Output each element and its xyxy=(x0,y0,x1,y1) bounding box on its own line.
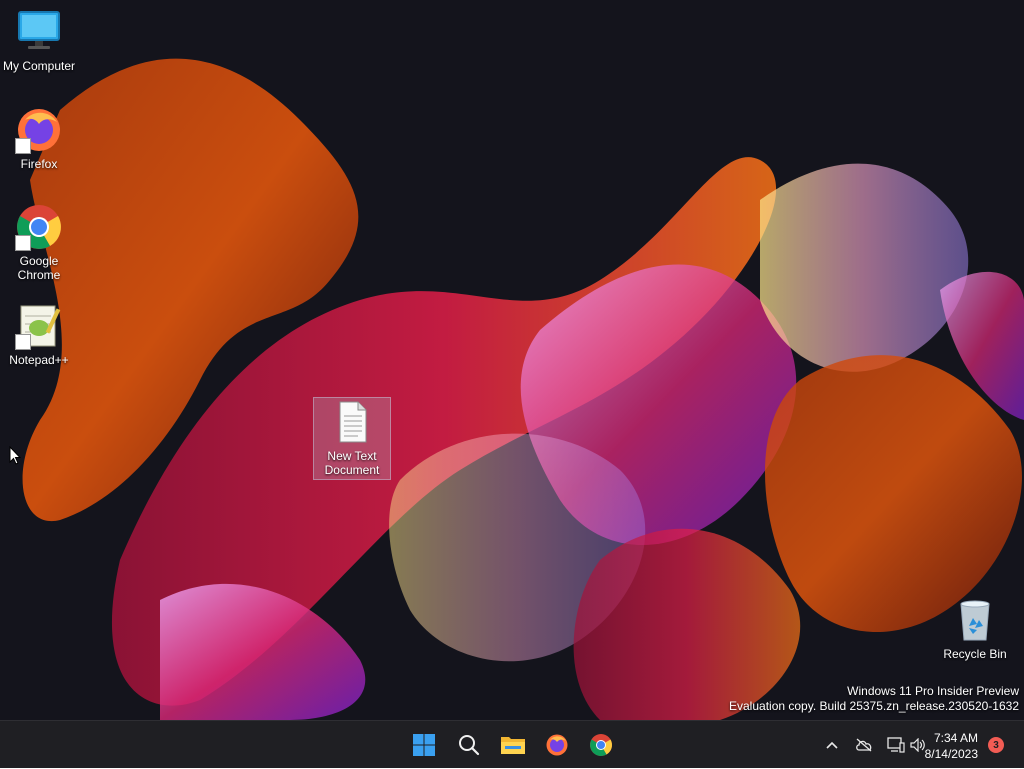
windows-start-icon xyxy=(413,734,435,756)
monitor-icon xyxy=(15,8,63,56)
desktop-icon-label: My Computer xyxy=(2,59,76,73)
volume-icon xyxy=(910,738,925,752)
desktop-icon-label: New Text Document xyxy=(324,449,380,477)
firefox-icon xyxy=(546,734,568,756)
taskbar-firefox-button[interactable] xyxy=(539,727,575,763)
firefox-icon xyxy=(15,106,63,154)
network-button[interactable] xyxy=(886,735,906,755)
search-icon xyxy=(459,735,480,756)
onedrive-status-button[interactable] xyxy=(854,735,874,755)
clock-time: 7:34 AM xyxy=(933,731,978,745)
search-button[interactable] xyxy=(451,727,487,763)
file-explorer-button[interactable] xyxy=(495,727,531,763)
system-tray: 7:34 AM 8/14/2023 3 xyxy=(784,721,1024,769)
desktop-icon-notepadpp[interactable]: Notepad++ xyxy=(1,302,77,367)
desktop-icon-recycle-bin[interactable]: Recycle Bin xyxy=(937,596,1013,661)
wallpaper xyxy=(22,58,1024,720)
file-explorer-icon xyxy=(501,737,525,754)
desktop-icon-firefox[interactable]: Firefox xyxy=(1,106,77,171)
notification-badge[interactable]: 3 xyxy=(988,737,1004,753)
clock-button[interactable]: 7:34 AM 8/14/2023 xyxy=(925,730,978,762)
desktop[interactable]: My Computer Firefox Google Chrome Notepa… xyxy=(0,0,1024,720)
chevron-up-icon xyxy=(826,741,838,749)
recycle-bin-icon xyxy=(951,596,999,644)
watermark-line-build: Evaluation copy. Build 25375.zn_release.… xyxy=(729,699,1019,713)
taskbar: 7:34 AM 8/14/2023 3 xyxy=(0,720,1024,768)
network-icon xyxy=(887,737,905,753)
desktop-icon-label: Notepad++ xyxy=(9,353,69,367)
desktop-icon-new-text-document[interactable]: New Text Document xyxy=(313,397,391,480)
desktop-icon-label: Recycle Bin xyxy=(943,647,1007,661)
notepadpp-icon xyxy=(15,302,63,350)
show-hidden-icons-button[interactable] xyxy=(822,735,842,755)
evaluation-watermark: Windows 11 Pro Insider Preview Evaluatio… xyxy=(729,684,1019,714)
chrome-icon xyxy=(15,203,63,251)
shortcut-arrow-icon xyxy=(15,235,31,251)
taskbar-chrome-button[interactable] xyxy=(583,727,619,763)
watermark-line-edition: Windows 11 Pro Insider Preview xyxy=(847,684,1019,698)
mouse-cursor-icon xyxy=(9,446,21,465)
cloud-offline-icon xyxy=(856,738,872,752)
text-document-icon xyxy=(328,398,376,446)
desktop-icon-google-chrome[interactable]: Google Chrome xyxy=(1,203,77,282)
chrome-icon xyxy=(590,734,612,756)
clock-date: 8/14/2023 xyxy=(924,747,978,761)
shortcut-arrow-icon xyxy=(15,138,31,154)
start-button[interactable] xyxy=(406,727,442,763)
shortcut-arrow-icon xyxy=(15,334,31,350)
desktop-icon-my-computer[interactable]: My Computer xyxy=(1,8,77,73)
desktop-icon-label: Firefox xyxy=(20,157,58,171)
desktop-icon-label: Google Chrome xyxy=(17,254,61,282)
